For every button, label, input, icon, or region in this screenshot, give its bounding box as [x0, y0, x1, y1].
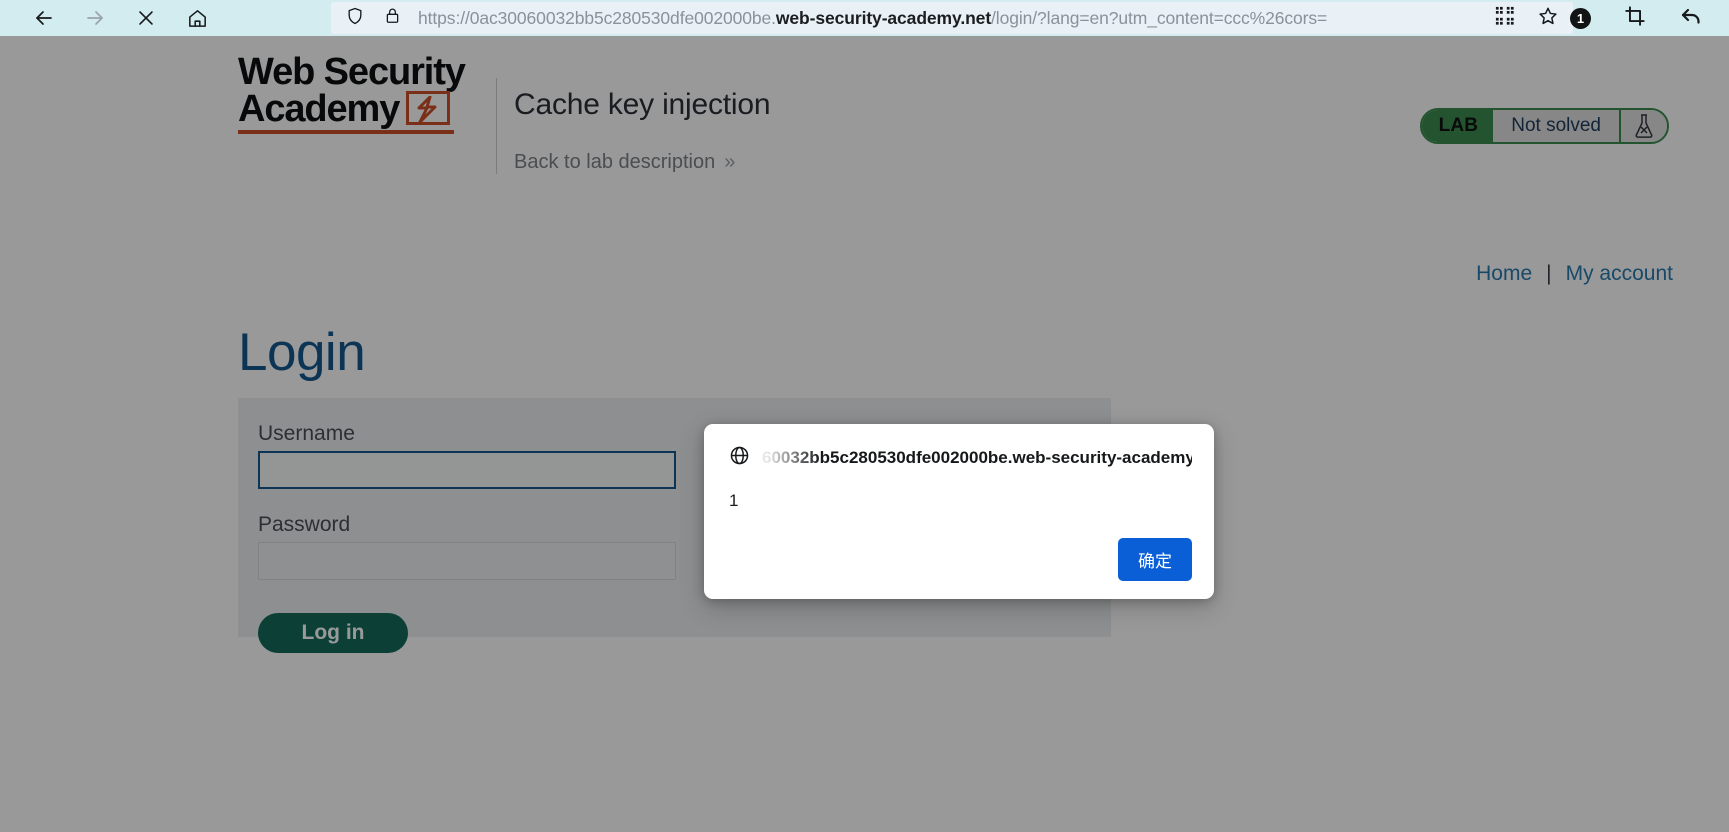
- url-path: /login/?lang=en?utm_content=ccc%26cors=: [991, 7, 1328, 28]
- back-button[interactable]: [32, 6, 56, 30]
- address-bar[interactable]: https://0ac30060032bb5c280530dfe002000be…: [331, 2, 1573, 34]
- lock-icon[interactable]: [383, 6, 402, 30]
- dialog-header: 60032bb5c280530dfe002000be.web-security-…: [704, 424, 1214, 471]
- dialog-origin: 60032bb5c280530dfe002000be.web-security-…: [762, 448, 1192, 467]
- shield-icon[interactable]: [345, 6, 365, 31]
- notification-badge-icon[interactable]: 1: [1570, 7, 1591, 29]
- navigation-buttons: [0, 6, 209, 30]
- url-subdomain: 0ac30060032bb5c280530dfe002000be.: [469, 7, 776, 28]
- url-domain: web-security-academy.net: [775, 7, 992, 28]
- url-scheme: https://: [418, 7, 470, 28]
- home-button[interactable]: [185, 6, 209, 30]
- qr-code-icon[interactable]: [1495, 6, 1515, 31]
- forward-button[interactable]: [83, 6, 107, 30]
- address-bar-icons: [331, 6, 418, 31]
- bookmark-star-icon[interactable]: [1537, 5, 1559, 32]
- web-page: Web Security Academy Cache key injection…: [0, 36, 1729, 832]
- screenshot-crop-icon[interactable]: [1624, 5, 1646, 32]
- browser-toolbar: https://0ac30060032bb5c280530dfe002000be…: [0, 0, 1729, 36]
- stop-loading-button[interactable]: [134, 6, 158, 30]
- dialog-message: 1: [729, 491, 739, 510]
- dialog-actions: 确定: [1118, 538, 1192, 581]
- address-bar-actions: [1495, 2, 1573, 34]
- globe-icon: [729, 445, 750, 471]
- address-bar-text[interactable]: https://0ac30060032bb5c280530dfe002000be…: [418, 8, 1573, 29]
- dialog-ok-button[interactable]: 确定: [1118, 538, 1192, 581]
- javascript-alert-dialog: 60032bb5c280530dfe002000be.web-security-…: [704, 424, 1214, 599]
- browser-extension-buttons: 1: [1570, 0, 1703, 36]
- undo-arrow-icon[interactable]: [1679, 4, 1703, 33]
